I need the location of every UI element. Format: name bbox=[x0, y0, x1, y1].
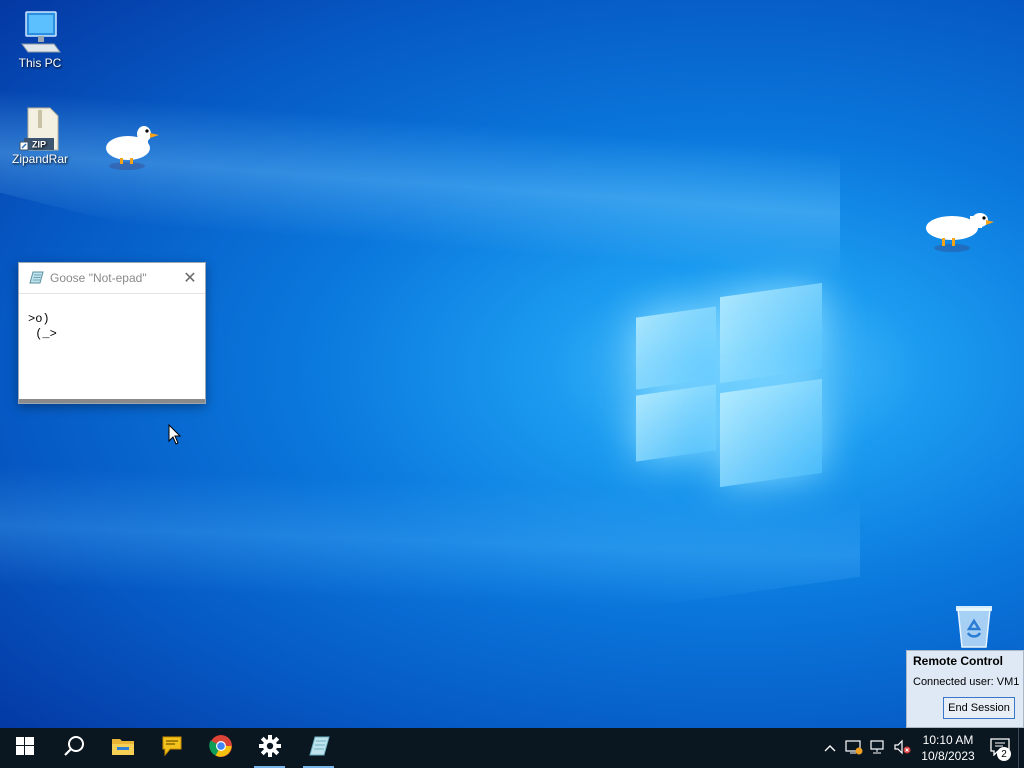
goose-sprite[interactable] bbox=[102, 120, 162, 177]
goose-ascii-line-1: >o) bbox=[28, 312, 50, 326]
notepad-text-area[interactable]: >o) (_> bbox=[19, 294, 205, 360]
search-button[interactable] bbox=[49, 728, 98, 768]
zip-archive-icon: ZIP bbox=[18, 106, 62, 151]
chrome-button[interactable] bbox=[196, 728, 245, 768]
remote-tray-button[interactable] bbox=[842, 728, 866, 768]
close-icon[interactable]: ✕ bbox=[175, 263, 205, 293]
window-bottom-bar bbox=[19, 399, 205, 403]
desktop-icon-label: ZipandRar bbox=[11, 152, 69, 166]
start-button[interactable] bbox=[0, 728, 49, 768]
volume-muted-icon bbox=[893, 739, 911, 758]
clock[interactable]: 10:10 AM 10/8/2023 bbox=[914, 732, 982, 764]
end-session-button[interactable]: End Session bbox=[943, 697, 1015, 719]
remote-control-panel: Remote Control Connected user: VM1 End S… bbox=[906, 650, 1024, 728]
recycle-bin-icon[interactable] bbox=[952, 603, 996, 649]
gear-icon bbox=[258, 734, 281, 762]
show-desktop-button[interactable] bbox=[1018, 728, 1024, 768]
chat-app-button[interactable] bbox=[147, 728, 196, 768]
zip-badge: ZIP bbox=[32, 140, 46, 150]
show-hidden-icons-button[interactable] bbox=[818, 728, 842, 768]
goose-notepad-window[interactable]: Goose "Not-epad" ✕ >o) (_> bbox=[18, 262, 206, 404]
notepad-button[interactable] bbox=[294, 728, 343, 768]
connected-user-text: Connected user: VM1 bbox=[913, 676, 1020, 688]
file-explorer-button[interactable] bbox=[98, 728, 147, 768]
folder-icon bbox=[111, 736, 135, 761]
window-title: Goose "Not-epad" bbox=[50, 271, 147, 285]
this-pc-icon bbox=[18, 10, 62, 54]
window-titlebar[interactable]: Goose "Not-epad" ✕ bbox=[19, 263, 205, 294]
goose-sprite[interactable] bbox=[924, 206, 996, 261]
notification-count-badge: 2 bbox=[997, 747, 1011, 761]
goose-ascii-line-2: (_> bbox=[28, 327, 57, 341]
remote-control-title: Remote Control bbox=[913, 654, 1003, 668]
desktop-icon-label: This PC bbox=[18, 56, 62, 70]
remote-desktop-icon bbox=[845, 739, 863, 758]
desktop-icon-this-pc[interactable]: This PC bbox=[8, 10, 72, 70]
chrome-icon bbox=[208, 734, 233, 763]
network-button[interactable] bbox=[866, 728, 890, 768]
chevron-up-icon bbox=[824, 741, 836, 755]
settings-button[interactable] bbox=[245, 728, 294, 768]
network-disconnected-icon bbox=[869, 739, 887, 758]
clock-time: 10:10 AM bbox=[922, 733, 974, 747]
clock-date: 10/8/2023 bbox=[921, 749, 975, 763]
notepad-icon bbox=[28, 271, 44, 285]
desktop-icon-zipandrar[interactable]: ZIP ZipandRar bbox=[8, 106, 72, 166]
mouse-cursor-icon bbox=[168, 423, 182, 451]
volume-button[interactable] bbox=[890, 728, 914, 768]
speech-bubble-icon bbox=[160, 734, 184, 763]
action-center-button[interactable]: 2 bbox=[982, 728, 1018, 768]
system-tray: 10:10 AM 10/8/2023 2 bbox=[818, 728, 1024, 768]
search-icon bbox=[63, 735, 85, 762]
windows-wallpaper-logo bbox=[636, 282, 824, 488]
taskbar: 10:10 AM 10/8/2023 2 bbox=[0, 728, 1024, 768]
windows-logo-icon bbox=[15, 736, 34, 760]
notepad-icon bbox=[307, 735, 331, 762]
